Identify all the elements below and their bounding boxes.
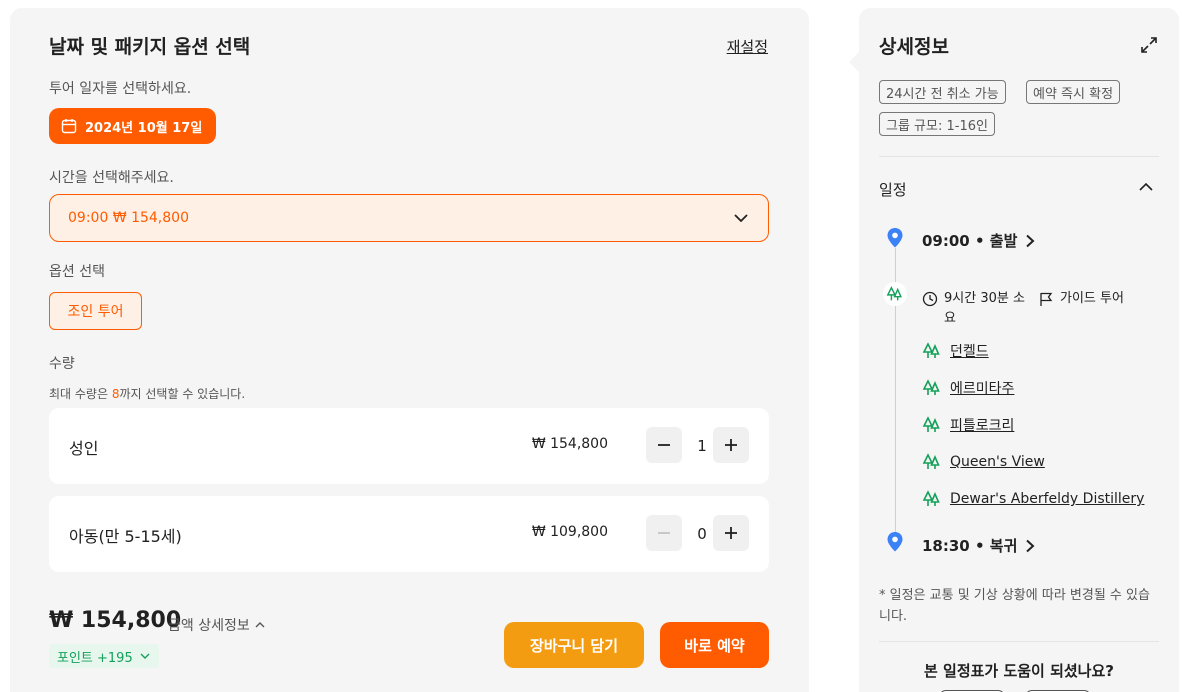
option-join-tour[interactable]: 조인 투어 (49, 292, 142, 330)
stop-name: 피틀로크리 (950, 418, 1015, 434)
quantity-row-child: 아동(만 5-15세) ₩ 109,800 0 (49, 496, 769, 572)
plus-icon (725, 439, 737, 451)
stop-link[interactable]: 던켈드 (922, 341, 989, 361)
stop-name: 던켈드 (950, 344, 989, 360)
qty-row-price: ₩ 154,800 (531, 436, 608, 452)
stop-link[interactable]: 에르미타주 (922, 378, 1014, 398)
end-label: 18:30 • 복귀 (922, 537, 1018, 555)
tree-icon (922, 490, 940, 506)
itinerary-end[interactable]: 18:30 • 복귀 (922, 535, 1037, 556)
tag-free-cancel: 24시간 전 취소 가능 (879, 80, 1006, 104)
increase-adult-button[interactable] (713, 427, 749, 463)
max-quantity-note: 최대 수량은 8까지 선택할 수 있습니다. (49, 387, 246, 401)
date-value: 2024년 10월 17일 (85, 120, 203, 136)
flag-icon (1040, 292, 1053, 306)
tree-icon (922, 379, 940, 395)
activity-badge (883, 282, 907, 306)
stop-name: 에르미타주 (950, 381, 1015, 397)
increase-child-button[interactable] (713, 515, 749, 551)
map-pin-icon (887, 532, 903, 552)
child-count: 0 (697, 525, 707, 543)
chevron-up-icon (255, 622, 265, 628)
booking-title: 날짜 및 패키지 옵션 선택 (49, 36, 251, 58)
quantity-label: 수량 (49, 356, 75, 372)
tree-icon (886, 286, 902, 301)
decrease-adult-button[interactable] (646, 427, 682, 463)
itinerary-note: * 일정은 교통 및 기상 상황에 따라 변경될 수 있습니다. (879, 588, 1150, 624)
panel-pointer (849, 52, 859, 72)
points-label: 포인트 +195 (57, 650, 133, 666)
price-detail-label: 금액 상세정보 (168, 618, 250, 634)
minus-icon (658, 444, 670, 446)
date-picker-button[interactable]: 2024년 10월 17일 (49, 108, 217, 144)
minus-icon (658, 532, 670, 534)
option-label: 옵션 선택 (49, 264, 105, 280)
itinerary-start[interactable]: 09:00 • 출발 (922, 230, 1037, 251)
stop-link[interactable]: Queen's View (922, 452, 1045, 472)
duration-text: 9시간 30분 소요 (944, 291, 1025, 326)
time-select[interactable]: 09:00 ₩ 154,800 (49, 194, 769, 242)
divider (879, 641, 1159, 642)
qty-row-price: ₩ 109,800 (531, 524, 608, 540)
chevron-down-icon (140, 653, 150, 659)
points-badge[interactable]: 포인트 +195 (49, 644, 159, 668)
stop-name: Dewar's Aberfeldy Distillery (950, 491, 1145, 507)
tour-type-text: 가이드 투어 (1060, 291, 1124, 306)
tree-icon (922, 453, 940, 469)
tour-type-info: 가이드 투어 (1038, 289, 1158, 309)
tag-group-size: 그룹 규모: 1-16인 (879, 112, 995, 136)
tree-icon (922, 416, 940, 432)
map-pin-icon (887, 228, 903, 248)
duration-info: 9시간 30분 소요 (922, 289, 1026, 329)
chevron-down-icon (734, 214, 748, 223)
helpful-question: 본 일정표가 도움이 되셨나요? (924, 662, 1114, 680)
price-detail-toggle[interactable]: 금액 상세정보 (168, 615, 266, 635)
stop-link[interactable]: 피틀로크리 (922, 415, 1014, 435)
total-price: ₩ 154,800 (49, 608, 182, 633)
time-label: 시간을 선택해주세요. (49, 170, 174, 186)
clock-icon (922, 291, 938, 307)
expand-icon[interactable] (1139, 35, 1159, 55)
tree-icon (922, 342, 940, 358)
start-label: 09:00 • 출발 (922, 232, 1018, 250)
date-label: 투어 일자를 선택하세요. (49, 81, 192, 97)
tag-instant-confirm: 예약 즉시 확정 (1026, 80, 1121, 104)
book-now-button[interactable]: 바로 예약 (660, 622, 769, 668)
chevron-right-icon (1026, 234, 1035, 247)
booking-panel: 날짜 및 패키지 옵션 선택 재설정 투어 일자를 선택하세요. 2024년 1… (10, 8, 809, 692)
itinerary-heading: 일정 (879, 181, 907, 199)
time-value: 09:00 ₩ 154,800 (68, 210, 189, 226)
chevron-up-icon[interactable] (1137, 178, 1155, 196)
stop-name: Queen's View (950, 454, 1045, 470)
details-panel: 상세정보 24시간 전 취소 가능 예약 즉시 확정 그룹 규모: 1-16인 … (859, 8, 1179, 692)
chevron-right-icon (1026, 539, 1035, 552)
plus-icon (725, 527, 737, 539)
qty-row-label: 성인 (69, 439, 99, 458)
decrease-child-button[interactable] (646, 515, 682, 551)
details-title: 상세정보 (879, 36, 949, 58)
add-to-cart-button[interactable]: 장바구니 담기 (504, 622, 644, 668)
reset-link[interactable]: 재설정 (727, 36, 768, 57)
divider (879, 156, 1159, 157)
qty-row-label: 아동(만 5-15세) (69, 527, 182, 546)
calendar-icon (61, 119, 77, 134)
quantity-row-adult: 성인 ₩ 154,800 1 (49, 408, 769, 484)
stop-link[interactable]: Dewar's Aberfeldy Distillery (922, 489, 1144, 509)
adult-count: 1 (697, 437, 707, 455)
